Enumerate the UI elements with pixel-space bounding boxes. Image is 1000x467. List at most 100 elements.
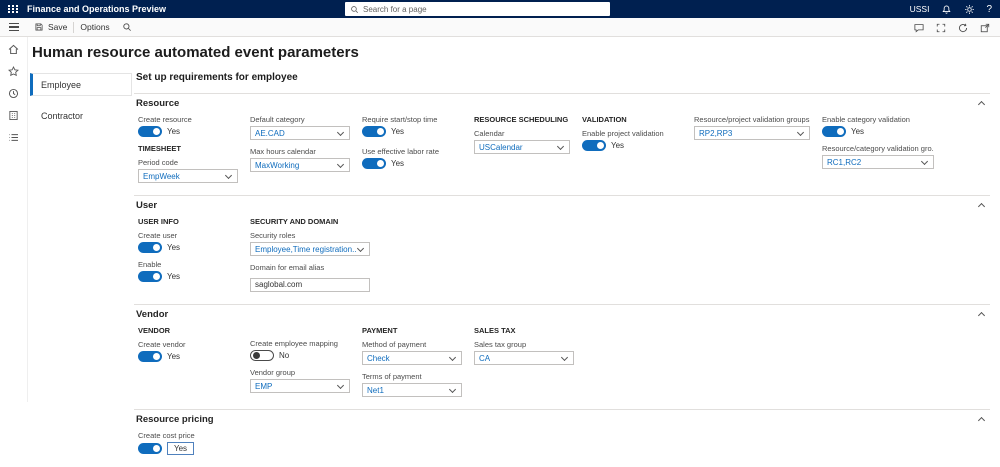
app-launcher-icon[interactable] — [8, 5, 19, 13]
gear-icon — [964, 4, 975, 15]
security-roles-label: Security roles — [250, 231, 370, 240]
resource-category-validation-groups-label: Resource/category validation gro... — [822, 144, 934, 153]
chevron-down-icon — [356, 245, 365, 254]
tab-employee[interactable]: Employee — [30, 73, 132, 96]
toolbar-search-button[interactable] — [116, 18, 138, 36]
enable-toggle[interactable] — [138, 271, 162, 282]
enable-category-validation-toggle[interactable] — [822, 126, 846, 137]
default-category-field: Default category AE.CAD — [250, 115, 350, 140]
calendar-label: Calendar — [474, 129, 570, 138]
resource-category-validation-groups-value: RC1,RC2 — [827, 158, 861, 167]
sidebar-item-recent[interactable] — [7, 87, 20, 100]
sales-tax-group-header: SALES TAX — [474, 326, 574, 335]
method-of-payment-label: Method of payment — [362, 340, 462, 349]
sidebar-item-favorites[interactable] — [7, 65, 20, 78]
domain-for-email-alias-input[interactable] — [250, 278, 370, 292]
settings-button[interactable] — [963, 3, 975, 15]
use-effective-labor-rate-field: Use effective labor rate Yes — [362, 147, 462, 169]
period-code-dropdown[interactable]: EmpWeek — [138, 169, 238, 183]
calendar-dropdown[interactable]: USCalendar — [474, 140, 570, 154]
chevron-down-icon — [448, 354, 457, 363]
resource-project-validation-groups-dropdown[interactable]: RP2,RP3 — [694, 126, 810, 140]
notifications-button[interactable] — [940, 3, 952, 15]
refresh-icon — [957, 22, 969, 34]
page-search-box[interactable] — [345, 2, 610, 16]
sidebar-item-workspaces[interactable] — [7, 109, 20, 122]
chevron-down-icon — [336, 161, 345, 170]
terms-of-payment-dropdown[interactable]: Net1 — [362, 383, 462, 397]
resource-col-7: Enable category validation Yes Resource/… — [822, 115, 934, 190]
enable-project-validation-field: Enable project validation Yes — [582, 129, 682, 151]
sales-tax-group-value: CA — [479, 354, 490, 363]
sidebar-item-home[interactable] — [7, 43, 20, 56]
terms-of-payment-field: Terms of payment Net1 — [362, 372, 462, 397]
fullscreen-button[interactable] — [935, 21, 947, 33]
content-header: Set up requirements for employee — [136, 72, 990, 83]
calendar-value: USCalendar — [479, 143, 523, 152]
chevron-down-icon — [336, 129, 345, 138]
navigation-rail — [0, 37, 28, 402]
user-section-header[interactable]: User — [134, 196, 990, 213]
create-resource-toggle[interactable] — [138, 126, 162, 137]
user-col-2: SECURITY AND DOMAIN Security roles Emplo… — [250, 217, 370, 299]
vendor-col-3: PAYMENT Method of payment Check Terms of… — [362, 326, 462, 404]
use-effective-labor-rate-toggle[interactable] — [362, 158, 386, 169]
period-code-label: Period code — [138, 158, 238, 167]
resource-col-5: VALIDATION Enable project validation Yes — [582, 115, 682, 190]
command-bar: Save Options — [0, 18, 1000, 37]
resource-section-header[interactable]: Resource — [134, 94, 990, 111]
create-employee-mapping-field: Create employee mapping No — [250, 339, 350, 361]
max-hours-calendar-label: Max hours calendar — [250, 147, 350, 156]
list-icon — [7, 131, 20, 144]
create-cost-price-toggle-value: Yes — [167, 442, 194, 455]
building-icon — [7, 109, 20, 122]
method-of-payment-dropdown[interactable]: Check — [362, 351, 462, 365]
resource-category-validation-groups-field: Resource/category validation gro... RC1,… — [822, 144, 934, 169]
hamburger-menu-icon[interactable] — [0, 23, 28, 31]
period-code-field: Period code EmpWeek — [138, 158, 238, 183]
sidebar-item-modules[interactable] — [7, 131, 20, 144]
feedback-button[interactable] — [913, 21, 925, 33]
create-vendor-toggle[interactable] — [138, 351, 162, 362]
chevron-up-icon — [977, 201, 986, 210]
resource-pricing-section-header[interactable]: Resource pricing — [134, 410, 990, 427]
require-start-stop-field: Require start/stop time Yes — [362, 115, 462, 137]
security-roles-value: Employee,Time registration... — [255, 245, 356, 254]
save-button[interactable]: Save — [28, 18, 73, 36]
vertical-tab-list: Employee Contractor — [28, 67, 132, 467]
refresh-button[interactable] — [957, 21, 969, 33]
vendor-col-2: Create employee mapping No Vendor group … — [250, 326, 350, 404]
open-in-new-window-button[interactable] — [979, 21, 991, 33]
create-user-toggle[interactable] — [138, 242, 162, 253]
create-employee-mapping-toggle[interactable] — [250, 350, 274, 361]
enable-label: Enable — [138, 260, 238, 269]
company-picker[interactable]: USSI — [910, 4, 930, 14]
security-domain-group-header: SECURITY AND DOMAIN — [250, 217, 370, 226]
page-title: Human resource automated event parameter… — [32, 44, 1000, 61]
vendor-section-header[interactable]: Vendor — [134, 305, 990, 322]
tab-contractor[interactable]: Contractor — [30, 104, 132, 127]
enable-project-validation-toggle[interactable] — [582, 140, 606, 151]
user-info-group-header: USER INFO — [138, 217, 238, 226]
resource-category-validation-groups-dropdown[interactable]: RC1,RC2 — [822, 155, 934, 169]
section-title: Vendor — [136, 309, 168, 320]
search-icon — [122, 22, 132, 32]
require-start-stop-toggle[interactable] — [362, 126, 386, 137]
create-user-label: Create user — [138, 231, 238, 240]
default-category-dropdown[interactable]: AE.CAD — [250, 126, 350, 140]
create-cost-price-label: Create cost price — [138, 431, 238, 440]
chevron-up-icon — [977, 310, 986, 319]
options-button[interactable]: Options — [74, 18, 115, 36]
create-user-field: Create user Yes — [138, 231, 238, 253]
vendor-group-dropdown[interactable]: EMP — [250, 379, 350, 393]
security-roles-dropdown[interactable]: Employee,Time registration... — [250, 242, 370, 256]
sales-tax-group-dropdown[interactable]: CA — [474, 351, 574, 365]
create-resource-field: Create resource Yes — [138, 115, 238, 137]
create-cost-price-toggle[interactable] — [138, 443, 162, 454]
use-effective-labor-rate-toggle-value: Yes — [391, 159, 404, 168]
search-input[interactable] — [363, 5, 605, 14]
resource-project-validation-groups-field: Resource/project validation groups RP2,R… — [694, 115, 810, 140]
app-title[interactable]: Finance and Operations Preview — [27, 4, 166, 14]
max-hours-calendar-dropdown[interactable]: MaxWorking — [250, 158, 350, 172]
help-button[interactable]: ? — [986, 4, 992, 15]
